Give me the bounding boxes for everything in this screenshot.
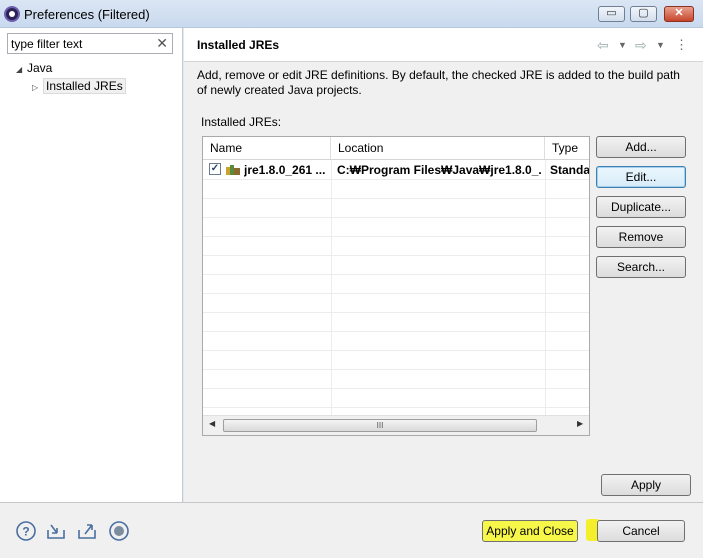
add-button[interactable]: Add... [596, 136, 686, 158]
jre-name: jre1.8.0_261 ... [244, 163, 326, 177]
row-divider [203, 274, 589, 275]
edit-button[interactable]: Edit... [596, 166, 686, 188]
row-divider [203, 293, 589, 294]
search-button[interactable]: Search... [596, 256, 686, 278]
scroll-right-icon[interactable]: ▶ [577, 419, 583, 428]
forward-arrow-icon[interactable]: ⇨ [635, 37, 647, 54]
view-menu-icon[interactable]: ⋮ [675, 37, 688, 53]
row-divider [203, 198, 589, 199]
jre-table: Name Location Type ✓ jre1.8.0_261 ... C:… [202, 136, 590, 436]
back-arrow-icon[interactable]: ⇦ [597, 37, 609, 54]
row-divider [203, 350, 589, 351]
preference-tree-pane: ✕ ◢ Java ▷ Installed JREs [0, 28, 183, 502]
expanded-twisty-icon[interactable]: ◢ [16, 65, 23, 74]
row-divider [203, 236, 589, 237]
window-title: Preferences (Filtered) [24, 7, 150, 22]
column-header-location[interactable]: Location [331, 137, 545, 159]
tree-item-java[interactable]: ◢ Java [16, 61, 52, 75]
dialog-footer: ? Apply and Close Cancel [0, 502, 703, 558]
row-divider [203, 369, 589, 370]
title-bar: Preferences (Filtered) ▭ ▢ ✕ [0, 0, 703, 28]
scroll-thumb[interactable]: III [223, 419, 537, 432]
jre-type: Standa [550, 163, 590, 177]
tree-item-label: Installed JREs [43, 78, 126, 94]
row-divider [203, 388, 589, 389]
eclipse-icon [4, 6, 20, 22]
help-icon[interactable]: ? [15, 520, 37, 542]
column-header-type[interactable]: Type [545, 137, 589, 159]
apply-button[interactable]: Apply [601, 474, 691, 496]
maximize-button[interactable]: ▢ [630, 6, 657, 22]
table-row[interactable]: ✓ jre1.8.0_261 ... C:₩Program Files₩Java… [203, 160, 590, 179]
page-title: Installed JREs [197, 38, 280, 52]
collapsed-twisty-icon[interactable]: ▷ [32, 83, 39, 92]
tree-item-label: Java [27, 61, 53, 75]
row-divider [203, 331, 589, 332]
row-divider [203, 407, 589, 408]
row-divider [203, 217, 589, 218]
row-divider [203, 179, 589, 180]
preference-page: Installed JREs ⇦ ▼ ⇨ ▼ ⋮ Add, remove or … [184, 28, 703, 502]
installed-jres-label: Installed JREs: [201, 115, 282, 129]
scroll-left-icon[interactable]: ◀ [209, 419, 215, 428]
row-divider [203, 312, 589, 313]
row-divider [203, 255, 589, 256]
jre-location: C:₩Program Files₩Java₩jre1.8.0_... [337, 163, 542, 177]
back-dropdown-icon[interactable]: ▼ [618, 40, 627, 50]
import-icon[interactable] [45, 520, 67, 542]
minimize-button[interactable]: ▭ [598, 6, 625, 22]
column-header-name[interactable]: Name [203, 137, 331, 159]
forward-dropdown-icon[interactable]: ▼ [656, 40, 665, 50]
horizontal-scrollbar[interactable]: ◀ III ▶ [203, 415, 589, 435]
tree-item-installed-jres[interactable]: ▷ Installed JREs [32, 78, 126, 94]
jre-library-icon [226, 165, 240, 175]
apply-and-close-button[interactable]: Apply and Close [482, 520, 578, 542]
cancel-button[interactable]: Cancel [597, 520, 685, 542]
page-header: Installed JREs ⇦ ▼ ⇨ ▼ ⋮ [184, 28, 703, 62]
filter-box: ✕ [7, 33, 173, 54]
clear-filter-icon[interactable]: ✕ [156, 35, 168, 52]
remove-button[interactable]: Remove [596, 226, 686, 248]
export-icon[interactable] [76, 520, 98, 542]
table-body: ✓ jre1.8.0_261 ... C:₩Program Files₩Java… [203, 160, 590, 415]
svg-text:?: ? [22, 525, 29, 539]
default-jre-checkbox[interactable]: ✓ [209, 163, 221, 175]
filter-input[interactable] [8, 34, 148, 53]
duplicate-button[interactable]: Duplicate... [596, 196, 686, 218]
table-header: Name Location Type [203, 137, 589, 160]
record-icon[interactable] [108, 520, 130, 542]
close-button[interactable]: ✕ [664, 6, 694, 22]
page-description: Add, remove or edit JRE definitions. By … [197, 68, 680, 97]
